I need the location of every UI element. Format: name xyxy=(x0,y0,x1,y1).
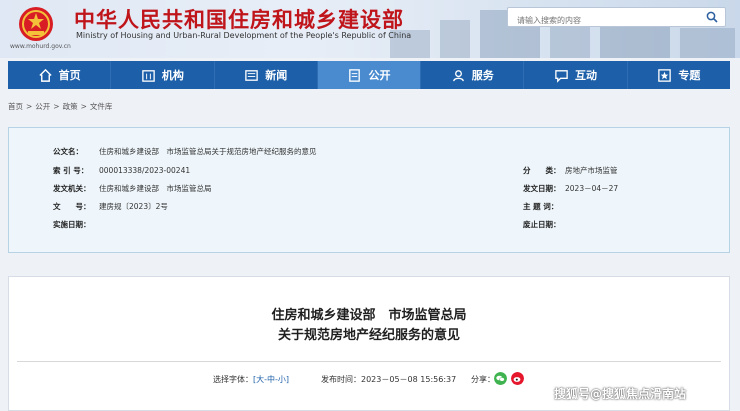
info-label: 发文日期： xyxy=(523,184,561,193)
info-value: 住房和城乡建设部 市场监管总局 xyxy=(99,184,212,193)
breadcrumb-library[interactable]: 文件库 xyxy=(90,102,113,111)
news-icon xyxy=(245,69,258,81)
breadcrumb-public[interactable]: 公开 xyxy=(35,102,50,111)
breadcrumb-home[interactable]: 首页 xyxy=(8,102,23,111)
nav-label: 公开 xyxy=(368,69,391,82)
info-value: 房地产市场监管 xyxy=(565,166,618,175)
interaction-icon xyxy=(555,69,568,83)
public-icon xyxy=(349,68,361,82)
publish-label: 发布时间： xyxy=(321,375,361,384)
topic-icon xyxy=(658,68,672,82)
nav-item-news[interactable]: 新闻 xyxy=(215,61,318,89)
nav-item-interaction[interactable]: 互动 xyxy=(524,61,628,89)
search-box[interactable] xyxy=(507,7,726,30)
info-label: 废止日期： xyxy=(523,220,561,229)
font-size-selector: 选择字体：[大-中-小] xyxy=(213,374,289,385)
info-repeal-date: 废止日期： xyxy=(523,219,565,230)
info-value: 建房规〔2023〕2号 xyxy=(99,202,168,211)
font-bracket-close: ] xyxy=(285,375,290,384)
font-size-label: 选择字体： xyxy=(213,375,253,384)
nav-item-institution[interactable]: 机构 xyxy=(111,61,215,89)
site-title[interactable]: 中华人民共和国住房和城乡建设部 xyxy=(74,4,404,34)
info-label: 主 题 词： xyxy=(523,202,559,211)
nav-label: 专题 xyxy=(678,69,701,82)
info-label: 公文名： xyxy=(53,147,83,156)
article-title-line-1: 住房和城乡建设部 市场监管总局 xyxy=(271,308,467,323)
site-domain: www.mohurd.gov.cn xyxy=(10,43,71,50)
info-label: 发文机关： xyxy=(53,184,91,193)
info-issuing-authority: 发文机关： 住房和城乡建设部 市场监管总局 xyxy=(53,183,212,194)
nav-item-topic[interactable]: 专题 xyxy=(628,61,730,89)
nav-label: 服务 xyxy=(471,69,494,82)
nav-label: 机构 xyxy=(161,69,184,82)
home-icon xyxy=(39,68,52,82)
info-value: 住房和城乡建设部 市场监管总局关于规范房地产经纪服务的意见 xyxy=(99,147,317,156)
info-label: 实施日期： xyxy=(53,220,91,229)
font-size-medium-option[interactable]: 中 xyxy=(267,375,275,384)
font-size-large-option[interactable]: 大 xyxy=(256,375,264,384)
info-document-name: 公文名： 住房和城乡建设部 市场监管总局关于规范房地产经纪服务的意见 xyxy=(53,146,317,157)
info-value: 2023－04－27 xyxy=(565,184,619,193)
article-title-line-2: 关于规范房地产经纪服务的意见 xyxy=(277,328,460,343)
nav-label: 互动 xyxy=(575,69,598,82)
article-content: 住房和城乡建设部 市场监管总局 关于规范房地产经纪服务的意见 选择字体：[大-中… xyxy=(8,276,730,411)
divider xyxy=(17,361,721,362)
info-index-number: 索 引 号： 000013338/2023-00241 xyxy=(53,165,190,176)
document-info-box: 公文名： 住房和城乡建设部 市场监管总局关于规范房地产经纪服务的意见 索 引 号：… xyxy=(8,127,730,253)
service-icon xyxy=(452,69,464,81)
nav-label: 新闻 xyxy=(265,69,288,82)
info-value: 000013338/2023-00241 xyxy=(99,166,191,175)
watermark: 搜狐号@搜狐焦点滑南站 xyxy=(554,387,687,401)
info-document-number: 文 号： 建房规〔2023〕2号 xyxy=(53,201,168,212)
info-keywords: 主 题 词： xyxy=(523,201,565,212)
search-icon[interactable] xyxy=(706,11,718,23)
wechat-icon[interactable] xyxy=(494,372,507,385)
weibo-icon[interactable] xyxy=(511,372,524,385)
nav-item-service[interactable]: 服务 xyxy=(421,61,525,89)
breadcrumb-policy[interactable]: 政策 xyxy=(63,102,78,111)
publish-value: 2023－05－08 15:56:37 xyxy=(361,375,457,384)
font-size-small-option[interactable]: 小 xyxy=(278,375,286,384)
site-subtitle: Ministry of Housing and Urban-Rural Deve… xyxy=(76,31,412,40)
share-label: 分享： xyxy=(471,375,495,384)
info-label: 索 引 号： xyxy=(53,166,89,175)
publish-time: 发布时间：2023－05－08 15:56:37 xyxy=(321,374,456,385)
nav-item-home[interactable]: 首页 xyxy=(8,61,112,89)
info-effective-date: 实施日期： xyxy=(53,219,99,230)
nav-item-public[interactable]: 公开 xyxy=(317,61,422,89)
breadcrumb: 首页 > 公开 > 政策 > 文件库 xyxy=(8,102,113,111)
nav-label: 首页 xyxy=(58,69,81,82)
info-issue-date: 发文日期： 2023－04－27 xyxy=(523,183,618,194)
info-label: 分 类： xyxy=(523,166,561,175)
site-header: 中华人民共和国住房和城乡建设部 Ministry of Housing and … xyxy=(0,0,740,58)
info-label: 文 号： xyxy=(53,202,91,211)
info-category: 分 类： 房地产市场监管 xyxy=(523,165,618,176)
search-input[interactable] xyxy=(508,11,698,30)
main-nav: 首页 机构 新闻 公开 服务 互动 专题 xyxy=(8,61,730,89)
national-emblem-logo xyxy=(19,7,53,41)
building-icon xyxy=(142,69,155,82)
